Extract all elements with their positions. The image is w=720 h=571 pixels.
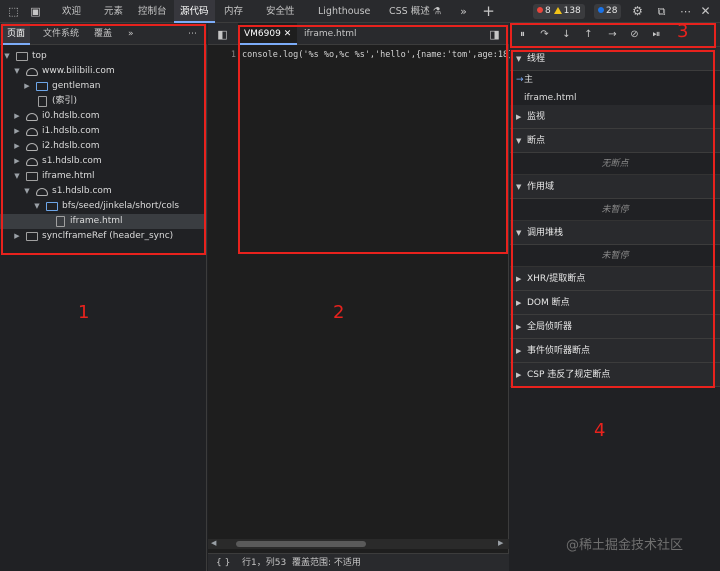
tab-elements[interactable]: 元素 bbox=[98, 0, 129, 23]
close-icon[interactable]: ✕ bbox=[698, 4, 713, 19]
devtools-toolbar: ⬚ ▣ 欢迎 元素 控制台 源代码 内存 安全性 Lighthouse CSS … bbox=[0, 0, 720, 23]
coverage-status: 覆盖范围: 不适用 bbox=[292, 558, 361, 568]
experiment-flask-icon: ⚗ bbox=[432, 6, 442, 17]
tab-welcome[interactable]: 欢迎 bbox=[56, 0, 87, 23]
annotation-box-editor bbox=[238, 25, 508, 254]
settings-gear-icon[interactable]: ⚙ bbox=[630, 4, 645, 19]
error-warning-counter[interactable]: 8 138 bbox=[533, 4, 585, 19]
line-number: 1 bbox=[230, 50, 236, 60]
warning-icon bbox=[553, 7, 562, 14]
issue-icon bbox=[598, 7, 604, 13]
watermark: @稀土掘金技术社区 bbox=[566, 538, 684, 553]
issue-count: 28 bbox=[606, 6, 618, 16]
inspect-element-icon[interactable]: ⬚ bbox=[6, 4, 21, 19]
annotation-box-debugger-sections bbox=[511, 50, 715, 388]
tab-console[interactable]: 控制台 bbox=[132, 0, 173, 23]
device-toolbar-icon[interactable]: ▣ bbox=[28, 4, 43, 19]
annotation-label-4: 4 bbox=[594, 420, 606, 441]
annotation-label-2: 2 bbox=[333, 302, 345, 323]
issues-counter[interactable]: 28 bbox=[594, 4, 622, 19]
tab-lighthouse[interactable]: Lighthouse bbox=[312, 0, 376, 23]
scrollbar-thumb[interactable] bbox=[236, 541, 366, 547]
annotation-box-navigator bbox=[1, 24, 206, 255]
tab-memory[interactable]: 内存 bbox=[218, 0, 249, 23]
add-tab-icon[interactable]: + bbox=[481, 4, 496, 19]
tab-security[interactable]: 安全性 bbox=[260, 0, 301, 23]
remote-devices-icon[interactable]: ⧉ bbox=[654, 4, 669, 19]
scroll-right-icon[interactable]: ▶ bbox=[498, 539, 503, 547]
pretty-print-icon[interactable]: { } bbox=[216, 554, 230, 571]
tab-sources[interactable]: 源代码 bbox=[174, 0, 215, 23]
tab-css-overview[interactable]: CSS 概述 ⚗ bbox=[383, 0, 447, 23]
cursor-position: 行1，列53 bbox=[242, 558, 287, 568]
horizontal-scrollbar[interactable]: ◀ ▶ bbox=[208, 539, 509, 549]
scroll-left-icon[interactable]: ◀ bbox=[211, 539, 216, 547]
warning-count: 138 bbox=[563, 6, 581, 16]
annotation-label-1: 1 bbox=[78, 302, 90, 323]
toggle-navigator-icon[interactable]: ◧ bbox=[215, 27, 230, 42]
editor-status-bar: { } 行1，列53 覆盖范围: 不适用 bbox=[208, 553, 509, 571]
tab-css-overview-label: CSS 概述 bbox=[389, 6, 430, 17]
more-options-icon[interactable]: ⋯ bbox=[678, 4, 693, 19]
error-count: 8 bbox=[545, 6, 551, 16]
annotation-label-3: 3 bbox=[677, 21, 689, 42]
more-tabs-icon[interactable]: » bbox=[456, 4, 471, 19]
error-icon bbox=[537, 7, 543, 13]
